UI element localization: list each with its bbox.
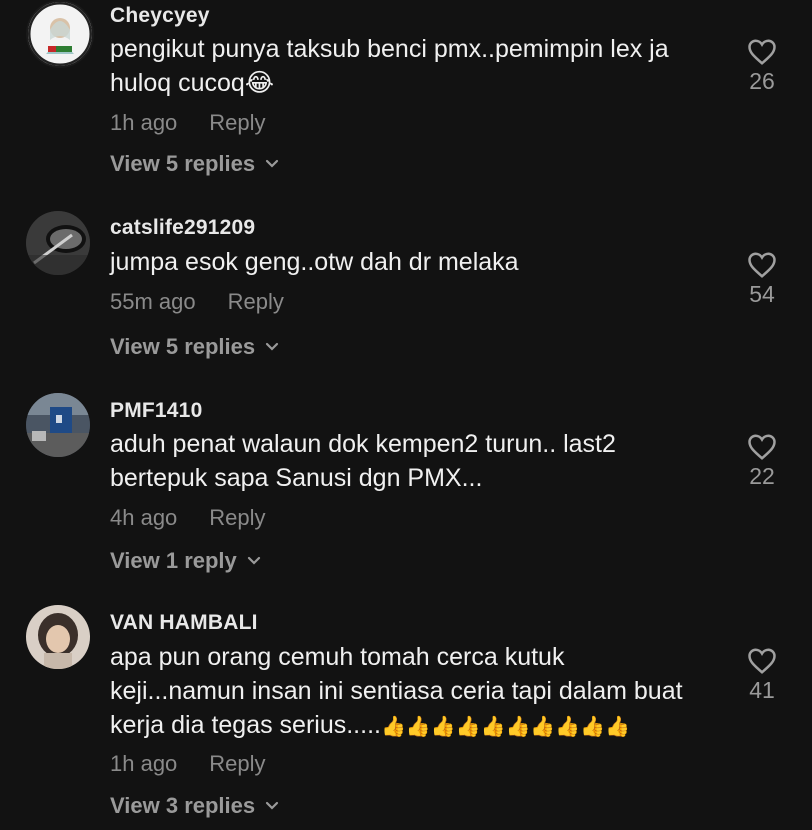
comment-text-line: huloq cucoq😂	[110, 66, 730, 100]
avatar[interactable]	[26, 0, 94, 68]
like-button[interactable]: 41	[740, 647, 784, 704]
reply-button[interactable]: Reply	[209, 751, 265, 777]
comment-text-line: keji...namun insan ini sentiasa ceria ta…	[110, 677, 683, 705]
like-count: 54	[749, 281, 775, 307]
avatar-image	[28, 2, 92, 66]
like-button[interactable]: 54	[740, 251, 784, 308]
comment-timestamp: 1h ago	[110, 751, 178, 776]
comment-text-fragment: kerja dia tegas serius.....	[110, 711, 381, 739]
comment-text: aduh penat walaun dok kempen2 turun.. la…	[110, 427, 730, 495]
comment-timestamp: 55m ago	[110, 289, 196, 314]
comment-meta: 4h ago Reply	[110, 505, 266, 531]
reply-button[interactable]: Reply	[228, 289, 284, 315]
avatar[interactable]	[26, 605, 90, 669]
chevron-down-icon	[266, 801, 279, 810]
avatar[interactable]	[26, 211, 90, 275]
comment-username[interactable]: Cheycyey	[110, 4, 210, 28]
view-replies-label: View 3 replies	[110, 793, 256, 818]
avatar-image	[26, 605, 90, 669]
comment-username[interactable]: VAN HAMBALI	[110, 611, 258, 635]
comment-username[interactable]: PMF1410	[110, 399, 202, 423]
avatar-image	[26, 211, 90, 275]
comment-text-line: aduh penat walaun dok kempen2 turun.. la…	[110, 430, 616, 458]
laughing-emoji: 😂	[244, 68, 275, 97]
comment-timestamp: 4h ago	[110, 505, 178, 530]
comment-meta: 1h ago Reply	[110, 110, 266, 136]
like-button[interactable]: 26	[740, 38, 784, 95]
view-replies-button[interactable]: View 5 replies	[110, 151, 279, 177]
like-count: 22	[749, 463, 775, 489]
avatar-image	[26, 393, 90, 457]
comment-text: jumpa esok geng..otw dah dr melaka	[110, 245, 730, 279]
heart-icon	[748, 648, 776, 674]
chevron-down-icon	[266, 342, 279, 351]
chevron-down-icon	[266, 159, 279, 168]
reply-button[interactable]: Reply	[209, 110, 265, 136]
comment-text-line: apa pun orang cemuh tomah cerca kutuk	[110, 643, 565, 671]
thumbs-up-emoji: 👍👍👍👍👍👍👍👍👍👍	[380, 714, 630, 738]
comment-timestamp: 1h ago	[110, 110, 178, 135]
view-replies-label: View 1 reply	[110, 548, 237, 573]
comment-text-fragment: huloq cucoq	[110, 69, 245, 97]
view-replies-label: View 5 replies	[110, 151, 256, 176]
reply-button[interactable]: Reply	[209, 505, 265, 531]
comment-text: pengikut punya taksub benci pmx..pemimpi…	[110, 32, 730, 100]
comment-meta: 1h ago Reply	[110, 751, 266, 777]
comment-text-line: pengikut punya taksub benci pmx..pemimpi…	[110, 35, 669, 63]
like-count: 26	[749, 68, 775, 94]
heart-icon	[748, 252, 776, 278]
comment-text-line: jumpa esok geng..otw dah dr melaka	[110, 248, 519, 276]
like-button[interactable]: 22	[740, 433, 784, 490]
view-replies-button[interactable]: View 1 reply	[110, 548, 261, 574]
avatar[interactable]	[26, 393, 90, 457]
heart-icon	[748, 434, 776, 460]
comment-username[interactable]: catslife291209	[110, 216, 255, 240]
heart-icon	[748, 39, 776, 65]
comment-text: apa pun orang cemuh tomah cerca kutuk ke…	[110, 640, 730, 743]
comment-text-line: kerja dia tegas serius.....👍👍👍👍👍👍👍👍👍👍	[110, 708, 730, 743]
comment-text-line: bertepuk sapa Sanusi dgn PMX...	[110, 464, 483, 492]
comment-meta: 55m ago Reply	[110, 289, 284, 315]
chevron-down-icon	[247, 556, 260, 565]
view-replies-button[interactable]: View 3 replies	[110, 793, 279, 819]
view-replies-button[interactable]: View 5 replies	[110, 334, 279, 360]
like-count: 41	[749, 677, 775, 703]
view-replies-label: View 5 replies	[110, 334, 256, 359]
